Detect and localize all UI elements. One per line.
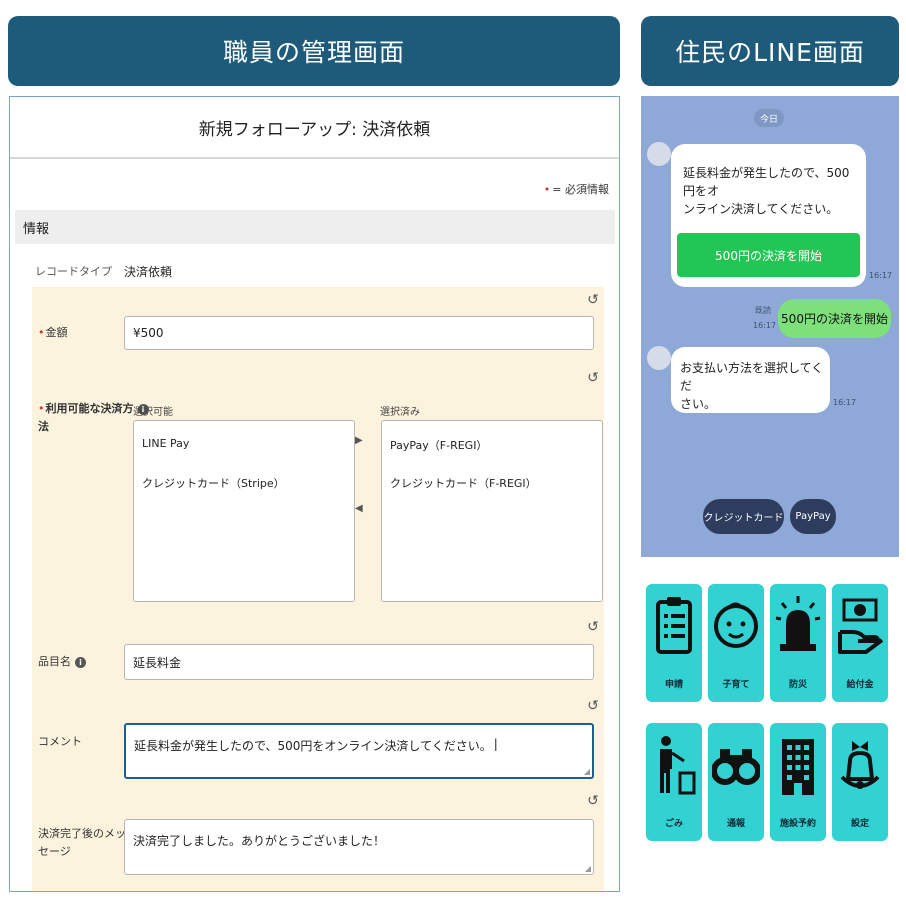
menu-tile-childcare[interactable]: 子育て: [708, 584, 764, 702]
menu-tile-facility[interactable]: 施設予約: [770, 723, 826, 841]
undo-payment-methods-icon[interactable]: ↺: [586, 371, 600, 385]
required-info-note: • = 必須情報: [543, 183, 609, 196]
building-icon: [782, 739, 814, 795]
user-reply-bubble: 500円の決済を開始: [778, 299, 891, 338]
admin-form-panel: 新規フォローアップ: 決済依頼 • = 必須情報 情報 レコードタイプ 決済依頼 …: [9, 96, 620, 892]
record-type-label: レコードタイプ: [35, 265, 112, 278]
menu-label: ごみ: [664, 819, 683, 829]
reply-time: 16:17: [753, 321, 777, 330]
message-time: 16:17: [833, 398, 857, 407]
binoculars-icon: [712, 749, 760, 785]
menu-label: 施設予約: [779, 819, 816, 829]
menu-tile-benefits[interactable]: 給付金: [832, 584, 888, 702]
undo-comment-icon[interactable]: ↺: [586, 699, 600, 713]
completion-message-textarea[interactable]: 決済完了しました。ありがとうございました！ ◢: [124, 819, 594, 875]
menu-label: 防災: [788, 680, 807, 690]
completion-message-label: 決済完了後のメッ セージ: [38, 827, 126, 858]
available-heading: 選択可能: [133, 407, 173, 418]
date-separator: 今日: [754, 109, 784, 127]
menu-label: 給付金: [846, 680, 874, 690]
info-icon[interactable]: i: [75, 656, 86, 668]
available-methods-list[interactable]: LINE Pay クレジットカード（Stripe）: [133, 420, 355, 602]
undo-item-name-icon[interactable]: ↺: [586, 620, 600, 634]
message-bubble: お支払い方法を選択してくだ さい。: [671, 347, 830, 413]
baby-icon: [714, 602, 758, 648]
admin-panel-banner: 職員の管理画面: [8, 16, 620, 86]
comment-textarea[interactable]: 延長料金が発生したので、500円をオンライン決済してください。 | ◢: [124, 723, 594, 779]
menu-tile-disaster[interactable]: 防災: [770, 584, 826, 702]
edit-area: ↺ •金額 ¥500 ↺ •利用可能な決済方 i 法 選択可能 選択済み LINE …: [32, 287, 604, 891]
record-type-value: 決済依頼: [124, 265, 173, 279]
menu-tile-application[interactable]: 申請: [646, 584, 702, 702]
menu-tile-report[interactable]: 通報: [708, 723, 764, 841]
amount-input[interactable]: ¥500: [124, 316, 594, 350]
menu-tile-settings[interactable]: 設定: [832, 723, 888, 841]
menu-label: 申請: [664, 680, 683, 690]
move-left-icon[interactable]: ◀: [355, 503, 363, 514]
item-name-input[interactable]: 延長料金: [124, 644, 594, 680]
menu-label: 通報: [726, 819, 745, 829]
selected-heading: 選択済み: [380, 407, 420, 418]
section-header-info: 情報: [15, 210, 615, 244]
avatar: [647, 142, 671, 166]
bell-icon: [840, 741, 880, 789]
undo-amount-icon[interactable]: ↺: [586, 293, 600, 307]
menu-label: 子育て: [722, 680, 750, 690]
siren-icon: [775, 596, 821, 651]
quick-reply-paypay[interactable]: PayPay: [790, 499, 836, 534]
item-name-label: 品目名 i: [38, 653, 86, 671]
message-text: 延長料金が発生したので、500円をオ ンライン決済してください。: [683, 166, 850, 216]
line-screen-banner: 住民のLINE画面: [641, 16, 899, 86]
menu-label: 設定: [850, 819, 869, 829]
trash-icon: [660, 736, 696, 795]
money-hand-icon: [838, 598, 884, 654]
list-item[interactable]: クレジットカード（Stripe）: [142, 475, 346, 513]
list-item[interactable]: LINE Pay: [142, 437, 346, 475]
line-chat-screen: 今日 延長料金が発生したので、500円をオ ンライン決済してください。 500円の…: [641, 96, 899, 557]
undo-completion-message-icon[interactable]: ↺: [586, 794, 600, 808]
read-receipt: 既読: [755, 306, 771, 315]
payment-methods-label: •利用可能な決済方 i 法: [38, 400, 149, 436]
selected-methods-list[interactable]: PayPay（F-REGI） クレジットカード（F-REGI）: [381, 420, 603, 602]
amount-label: •金額: [38, 326, 68, 339]
list-item[interactable]: クレジットカード（F-REGI）: [390, 475, 594, 513]
start-payment-button[interactable]: 500円の決済を開始: [677, 233, 860, 277]
menu-tile-garbage[interactable]: ごみ: [646, 723, 702, 841]
clipboard-icon: [656, 597, 692, 654]
message-time: 16:17: [869, 271, 893, 280]
move-right-icon[interactable]: ▶: [355, 435, 363, 446]
avatar: [647, 346, 671, 370]
list-item[interactable]: PayPay（F-REGI）: [390, 437, 594, 475]
form-title: 新規フォローアップ: 決済依頼: [10, 97, 619, 159]
comment-label: コメント: [38, 735, 82, 748]
message-text: お支払い方法を選択してくだ さい。: [680, 361, 824, 411]
quick-reply-credit-card[interactable]: クレジットカード: [703, 499, 784, 534]
